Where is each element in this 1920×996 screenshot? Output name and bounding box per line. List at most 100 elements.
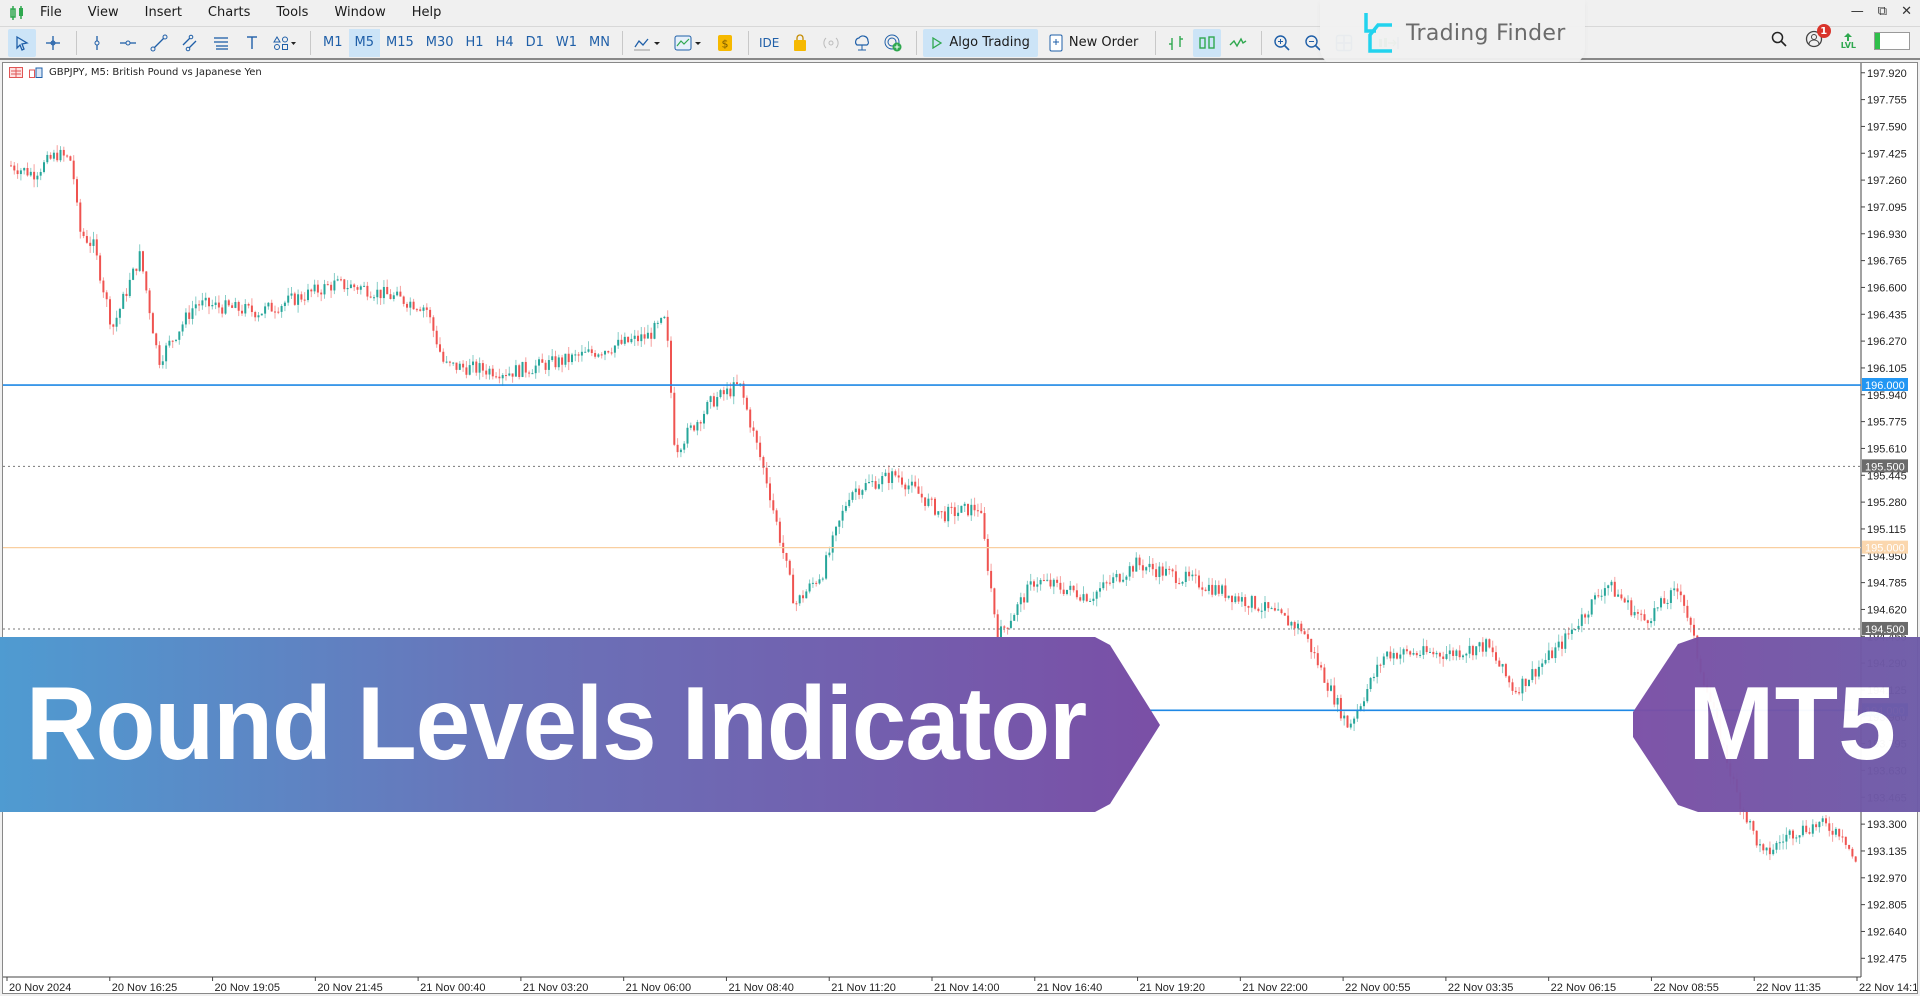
- candle-body: [419, 309, 422, 311]
- timeframe-m30[interactable]: M30: [420, 29, 460, 57]
- timeframe-mn[interactable]: MN: [583, 29, 616, 57]
- candle-body: [1366, 689, 1369, 702]
- candle-body: [1204, 589, 1207, 591]
- candle-body: [594, 353, 597, 357]
- candle-body: [831, 535, 834, 553]
- timeframe-h1[interactable]: H1: [460, 29, 490, 57]
- candle-body: [577, 354, 580, 356]
- algo-trading-button[interactable]: Algo Trading: [923, 28, 1038, 57]
- close-icon[interactable]: ✕: [1901, 4, 1912, 19]
- round-level-label: 194.500: [1865, 624, 1905, 636]
- candle-body: [1425, 646, 1428, 653]
- candle-body: [1221, 585, 1224, 594]
- price-tick-label: 195.610: [1867, 443, 1907, 455]
- trendline-button[interactable]: [145, 29, 173, 57]
- zoom-in-button[interactable]: [1268, 29, 1296, 57]
- indicators-button[interactable]: [629, 29, 667, 57]
- menu-view[interactable]: View: [76, 0, 133, 26]
- crosshair-button[interactable]: [39, 29, 67, 57]
- candle-body: [656, 322, 659, 324]
- menu-charts[interactable]: Charts: [196, 0, 265, 26]
- one-click-trading-icon[interactable]: [9, 67, 23, 78]
- candle-body: [821, 578, 824, 580]
- candle-body: [976, 510, 979, 512]
- text-button[interactable]: [238, 29, 266, 57]
- menu-file[interactable]: File: [28, 0, 76, 26]
- vps-button[interactable]: [848, 29, 876, 57]
- restore-icon[interactable]: ⧉: [1878, 4, 1887, 19]
- candle-body: [1501, 664, 1504, 667]
- candle-body: [1429, 651, 1431, 653]
- candle-body: [835, 526, 837, 536]
- channel-button[interactable]: [176, 29, 204, 57]
- play-icon: [932, 36, 943, 49]
- chart-window[interactable]: 197.920 197.755 197.590 197.425 197.260 197.0…: [2, 62, 1918, 994]
- account-button[interactable]: 1: [1805, 24, 1831, 52]
- shapes-button[interactable]: [269, 29, 301, 57]
- menu-window[interactable]: Window: [322, 0, 399, 26]
- minimize-icon[interactable]: —: [1851, 4, 1864, 19]
- timeframe-m5[interactable]: M5: [348, 28, 380, 57]
- candle-body: [1392, 653, 1395, 659]
- menu-help[interactable]: Help: [400, 0, 456, 26]
- candle-body: [95, 239, 98, 256]
- candle-body: [415, 309, 418, 311]
- cursor-button[interactable]: [8, 28, 36, 57]
- ide-button[interactable]: IDE: [755, 29, 783, 57]
- fibonacci-button[interactable]: [207, 29, 235, 57]
- candle-body: [1165, 568, 1167, 576]
- price-chart[interactable]: 197.920 197.755 197.590 197.425 197.260 197.0…: [3, 63, 1917, 993]
- candle-body: [1528, 679, 1530, 687]
- copy-trading-button[interactable]: [879, 29, 907, 57]
- candle-body: [759, 442, 762, 458]
- menu-tools[interactable]: Tools: [264, 0, 322, 26]
- timeframe-w1[interactable]: W1: [550, 29, 583, 57]
- depth-of-market-icon[interactable]: [29, 67, 43, 78]
- signals-button[interactable]: [817, 29, 845, 57]
- candle-body: [1336, 698, 1339, 705]
- candle-body: [633, 335, 636, 339]
- candle-body: [561, 357, 564, 365]
- bar-chart-button[interactable]: [1162, 29, 1190, 57]
- level-indicator[interactable]: LVL: [1841, 32, 1856, 50]
- timeframe-h4[interactable]: H4: [490, 29, 520, 57]
- candle-body: [841, 510, 844, 521]
- shapes-icon: [273, 35, 296, 50]
- candle-body: [584, 351, 587, 353]
- market-button[interactable]: $: [711, 29, 739, 57]
- price-tick-label: 194.785: [1867, 578, 1907, 590]
- candle-body: [1330, 685, 1332, 691]
- candle-body: [1089, 600, 1092, 602]
- menu-insert[interactable]: Insert: [133, 0, 196, 26]
- candle-body: [1627, 600, 1629, 603]
- candle-body: [1580, 614, 1583, 626]
- search-button[interactable]: [1771, 31, 1787, 51]
- candle-body: [1092, 598, 1095, 601]
- candle-body: [432, 317, 435, 331]
- candle-body: [211, 305, 214, 307]
- candle-body: [161, 361, 164, 365]
- candle-body: [254, 312, 257, 318]
- candle-body: [551, 356, 554, 361]
- candle-body: [1765, 847, 1768, 851]
- candle-body: [92, 239, 95, 246]
- candle-body: [897, 475, 900, 478]
- timeframe-d1[interactable]: D1: [520, 29, 550, 57]
- vertical-line-button[interactable]: [83, 29, 111, 57]
- candle-body: [1481, 642, 1484, 652]
- candle-body: [1105, 582, 1108, 584]
- horizontal-line-button[interactable]: [114, 29, 142, 57]
- market-bag-button[interactable]: [786, 29, 814, 57]
- candle-body: [1059, 582, 1062, 590]
- candlestick-button[interactable]: [1193, 28, 1222, 57]
- candle-body: [1188, 571, 1191, 577]
- candle-body: [201, 300, 204, 306]
- templates-button[interactable]: [670, 29, 708, 57]
- new-order-button[interactable]: New Order: [1041, 29, 1146, 57]
- candle-body: [567, 353, 570, 363]
- timeframe-m15[interactable]: M15: [380, 29, 420, 57]
- candle-body: [828, 552, 831, 556]
- candle-body: [171, 340, 174, 342]
- timeframe-m1[interactable]: M1: [317, 29, 349, 57]
- line-chart-button[interactable]: [1224, 29, 1252, 57]
